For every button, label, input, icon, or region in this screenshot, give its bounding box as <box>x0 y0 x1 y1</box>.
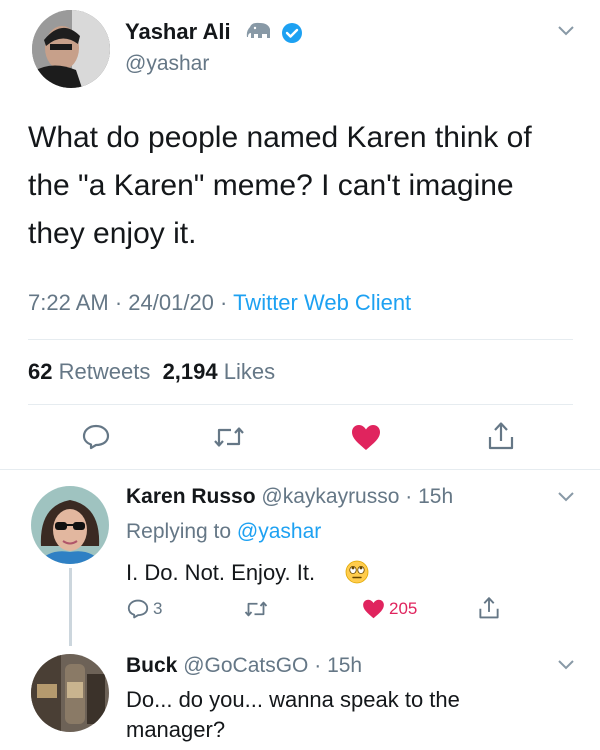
eye-roll-emoji-icon <box>345 560 369 584</box>
replying-to: Replying to @yashar <box>126 519 321 545</box>
tweet-text-line: What do people named Karen think of <box>28 121 532 154</box>
reply-text: I. Do. Not. Enjoy. It. <box>126 559 315 587</box>
tweet-text-line: they enjoy it. <box>28 217 197 250</box>
retweet-count: 62 <box>28 359 53 384</box>
tweet-text: What do people named Karen think of the … <box>28 114 588 258</box>
likes-stat[interactable]: 2,194 Likes <box>163 359 276 384</box>
reply-age[interactable]: 15h <box>327 654 362 677</box>
chevron-down-icon[interactable] <box>557 659 575 671</box>
replying-to-handle[interactable]: @yashar <box>237 520 321 543</box>
reply-header: Buck @GoCatsGO · 15h <box>126 654 363 677</box>
tweet-time[interactable]: 7:22 AM <box>28 290 109 315</box>
reply-header: Karen Russo @kaykayrusso · 15h <box>126 485 454 508</box>
replying-to-label: Replying to <box>126 520 232 543</box>
verified-badge-icon <box>281 22 303 44</box>
divider <box>0 469 600 470</box>
tweet-stats: 62 Retweets 2,194 Likes <box>28 358 275 386</box>
tweet-source-link[interactable]: Twitter Web Client <box>233 290 411 315</box>
share-icon[interactable] <box>478 596 500 620</box>
retweets-stat[interactable]: 62 Retweets <box>28 359 150 384</box>
share-icon[interactable] <box>487 421 515 451</box>
like-count: 2,194 <box>162 359 218 384</box>
reply-author-handle[interactable]: @GoCatsGO <box>183 654 308 677</box>
tweet-meta: 7:22 AM · 24/01/20 · Twitter Web Client <box>28 290 412 315</box>
elephant-icon <box>246 21 274 43</box>
like-label: Likes <box>223 359 276 384</box>
author-handle[interactable]: @yashar <box>125 52 209 76</box>
reply-age[interactable]: 15h <box>418 485 453 508</box>
retweet-icon[interactable] <box>244 600 268 618</box>
tweet-text-line: the "a Karen" meme? I can't imagine <box>28 169 514 202</box>
reply-count: 3 <box>153 599 163 618</box>
reply-text-line: Do... do you... wanna speak to the <box>126 687 460 712</box>
thread-line <box>69 568 72 646</box>
heart-icon[interactable] <box>362 599 385 619</box>
divider <box>28 339 573 340</box>
reply-text-content: I. Do. Not. Enjoy. It. <box>126 560 316 585</box>
retweet-label: Retweets <box>58 359 151 384</box>
divider <box>28 404 573 405</box>
reply-author-handle[interactable]: @kaykayrusso <box>261 485 399 508</box>
author-name[interactable]: Yashar Ali <box>125 19 231 45</box>
reply-icon[interactable] <box>127 599 149 619</box>
reply-icon[interactable] <box>82 424 110 450</box>
heart-icon[interactable] <box>351 424 381 451</box>
retweet-icon[interactable] <box>213 425 245 449</box>
reply-author-name[interactable]: Karen Russo <box>126 485 256 508</box>
avatar-yashar[interactable] <box>32 10 110 88</box>
avatar-karen-russo[interactable] <box>31 486 109 564</box>
chevron-down-icon[interactable] <box>557 491 575 503</box>
reply-text: Do... do you... wanna speak to the manag… <box>126 685 460 745</box>
reply-author-name[interactable]: Buck <box>126 654 177 677</box>
reply-text-line: manager? <box>126 717 226 742</box>
like-count: 205 <box>389 599 418 618</box>
chevron-down-icon[interactable] <box>557 25 575 37</box>
avatar-buck[interactable] <box>31 654 109 732</box>
tweet-date[interactable]: 24/01/20 <box>128 290 214 315</box>
